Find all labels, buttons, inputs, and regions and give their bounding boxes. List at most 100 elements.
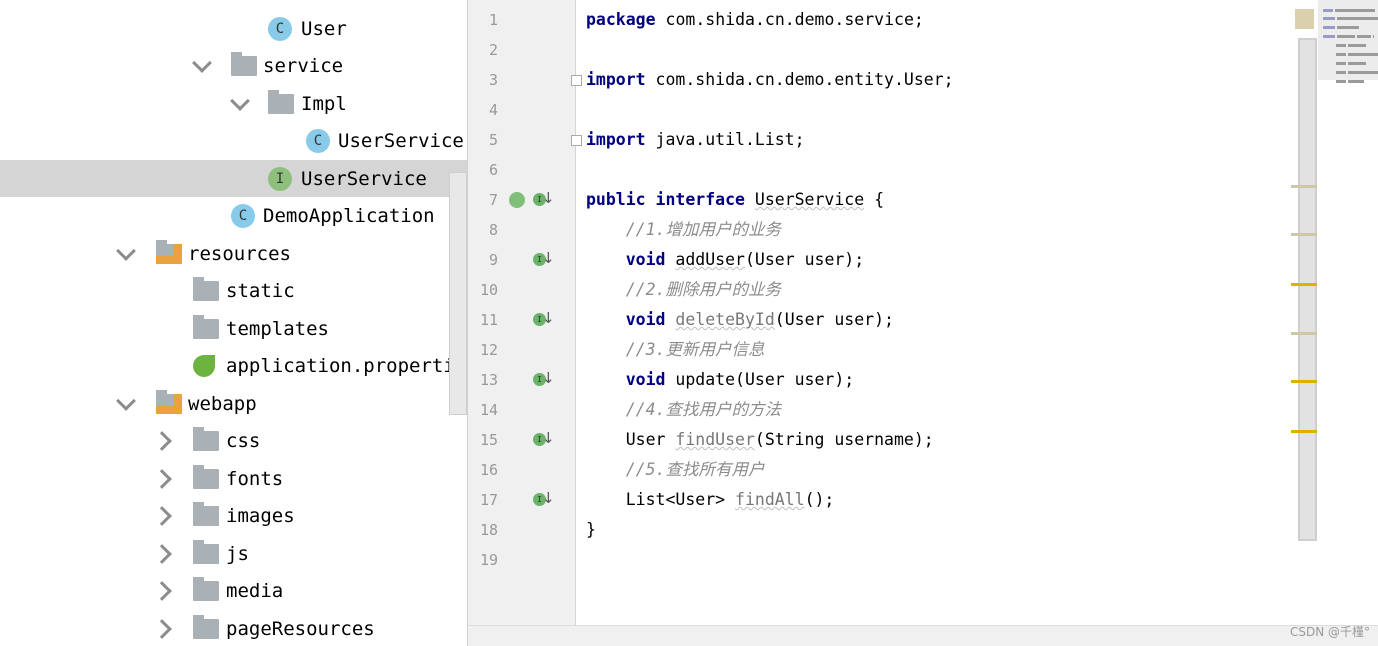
tree-item[interactable]: application.properti <box>0 348 467 385</box>
code-token: update(User user); <box>665 370 855 389</box>
tree-item-label: css <box>226 430 261 452</box>
tree-item[interactable]: C User <box>0 10 467 47</box>
minimap-line <box>1337 26 1359 29</box>
line-number: 18 <box>479 521 498 539</box>
tree-item[interactable]: resources <box>0 235 467 272</box>
minimap[interactable] <box>1318 0 1378 83</box>
minimap-line <box>1323 17 1335 20</box>
code-line: //5.查找所有用户 <box>586 455 765 485</box>
code-line: public interface UserService { <box>586 185 884 215</box>
scroll-marker[interactable] <box>1291 283 1317 286</box>
package-icon <box>268 89 294 114</box>
chevron-right-icon[interactable] <box>152 618 172 639</box>
chevron-right-icon[interactable] <box>152 468 172 489</box>
tree-item-label: UserService <box>338 130 464 152</box>
minimap-line <box>1335 9 1375 12</box>
tree-item-label: resources <box>188 242 291 265</box>
line-number: 11 <box>479 311 498 329</box>
line-number: 4 <box>488 101 498 119</box>
minimap-line <box>1323 35 1335 38</box>
code-token: com.shida.cn.demo.entity.User; <box>645 70 954 89</box>
tree-item[interactable]: media <box>0 573 467 610</box>
tree-item[interactable]: js <box>0 535 467 572</box>
fold-marker-icon[interactable] <box>571 135 582 146</box>
tree-item[interactable]: css <box>0 423 467 460</box>
chevron-down-icon[interactable] <box>230 90 250 111</box>
code-token: void <box>586 310 666 329</box>
code-token: //1.增加用户的业务 <box>586 220 781 239</box>
resources-folder-icon <box>156 239 182 264</box>
tree-item-label: DemoApplication <box>263 205 435 227</box>
code-token: //4.查找用户的方法 <box>586 400 781 419</box>
folder-icon <box>193 539 219 564</box>
chevron-right-icon[interactable] <box>152 506 172 526</box>
tree-item[interactable]: Impl <box>0 85 467 122</box>
scroll-marker[interactable] <box>1291 233 1317 236</box>
code-token: //2.删除用户的业务 <box>586 280 781 299</box>
minimap-line <box>1357 35 1371 38</box>
project-tree-scrollbar[interactable] <box>449 172 467 415</box>
inspection-status-icon[interactable] <box>1295 9 1314 29</box>
chevron-right-icon[interactable] <box>152 581 172 601</box>
chevron-down-icon[interactable] <box>116 390 136 411</box>
tree-item[interactable]: webapp <box>0 385 467 422</box>
line-number: 10 <box>479 281 498 299</box>
code-token: } <box>586 520 596 539</box>
package-icon <box>231 52 257 76</box>
tree-item[interactable]: service <box>0 48 467 85</box>
code-token: (User user); <box>774 310 894 329</box>
chevron-right-icon[interactable] <box>152 543 172 564</box>
tree-item[interactable]: C DemoApplication <box>0 198 467 235</box>
code-token: public <box>586 190 646 209</box>
code-line: //3.更新用户信息 <box>586 335 765 365</box>
code-line: void addUser(User user); <box>586 245 864 275</box>
arrow-down-icon: ↓ <box>542 189 555 207</box>
scroll-marker[interactable] <box>1291 380 1317 383</box>
tree-item[interactable]: C UserService <box>0 123 467 160</box>
scroll-marker[interactable] <box>1291 430 1317 433</box>
minimap-line <box>1348 44 1366 47</box>
code-token: findAll <box>735 490 805 509</box>
minimap-line <box>1336 80 1346 83</box>
code-token: (String username); <box>754 430 934 449</box>
fold-marker-icon[interactable] <box>571 75 582 86</box>
arrow-down-icon: ↓ <box>542 369 555 387</box>
chevron-right-icon[interactable] <box>152 431 172 451</box>
chevron-down-icon[interactable] <box>192 53 212 73</box>
code-token: import <box>586 130 646 149</box>
line-number: 16 <box>479 461 498 479</box>
code-line: //4.查找用户的方法 <box>586 395 781 425</box>
editor-scrollbar[interactable] <box>1298 38 1317 541</box>
chevron-down-icon[interactable] <box>116 240 136 261</box>
tree-item-label: static <box>226 280 295 302</box>
code-token: package <box>586 10 656 29</box>
line-number: 19 <box>479 551 498 569</box>
code-editor[interactable]: package com.shida.cn.demo.service; import … <box>571 0 1298 625</box>
tree-item-label: media <box>226 580 284 602</box>
tree-item[interactable]: I UserService <box>0 160 467 197</box>
spring-bean-icon[interactable] <box>509 192 525 208</box>
tree-item-label: application.properti <box>226 355 455 377</box>
scroll-marker[interactable] <box>1291 332 1317 335</box>
line-number: 7 <box>488 191 498 209</box>
code-line: } <box>586 515 596 545</box>
tree-item[interactable]: fonts <box>0 460 467 497</box>
code-token: void <box>586 370 666 389</box>
interface-icon: I <box>268 166 292 191</box>
scroll-marker[interactable] <box>1291 185 1317 188</box>
line-number: 12 <box>479 341 498 359</box>
tree-item[interactable]: images <box>0 498 467 535</box>
class-icon: C <box>268 16 292 41</box>
code-token: java.util.List; <box>645 130 805 149</box>
line-number: 8 <box>488 221 498 239</box>
code-token: (); <box>804 490 835 509</box>
tree-item-label: js <box>226 542 249 565</box>
editor-horizontal-scrollbar[interactable] <box>468 625 1378 646</box>
tree-item[interactable]: static <box>0 273 467 310</box>
tree-item[interactable]: pageResources <box>0 610 467 646</box>
arrow-down-icon: ↓ <box>542 249 555 267</box>
tree-item[interactable]: templates <box>0 310 467 347</box>
